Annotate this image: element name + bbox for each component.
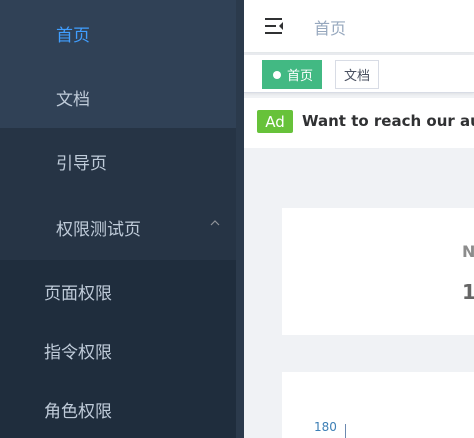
tag-docs[interactable]: 文档 xyxy=(335,60,380,89)
sidebar-item-guide[interactable]: 引导页 xyxy=(0,128,244,194)
tag-label: 首页 xyxy=(287,69,314,84)
sidebar-subitem-directive-permission[interactable]: 指令权限 xyxy=(0,321,244,379)
sidebar-item-label: 引导页 xyxy=(56,153,107,174)
main-content: 首页 首页 文档 Ad Want to reach our audience N… xyxy=(244,0,474,438)
sidebar-subitem-page-permission[interactable]: 页面权限 xyxy=(0,262,244,320)
sidebar-item-label: 权限测试页 xyxy=(56,219,141,240)
sidebar-item-label: 首页 xyxy=(56,25,90,46)
chart-card: 180 xyxy=(282,372,474,438)
sidebar: 首页 文档 引导页 权限测试页 页面权限 指令权限 角色权限 xyxy=(0,0,244,438)
sidebar-scrollbar[interactable] xyxy=(236,0,244,438)
ad-banner[interactable]: Ad Want to reach our audience xyxy=(244,98,474,148)
sidebar-item-home[interactable]: 首页 xyxy=(0,0,244,66)
sidebar-subitem-label: 页面权限 xyxy=(44,283,112,304)
sidebar-subitem-label: 指令权限 xyxy=(44,342,112,363)
stat-card[interactable]: N 1 xyxy=(282,208,474,335)
tags-view: 首页 文档 xyxy=(244,55,474,93)
submenu-permission: 页面权限 指令权限 角色权限 xyxy=(0,260,244,438)
tag-label: 文档 xyxy=(344,69,371,84)
sidebar-item-docs[interactable]: 文档 xyxy=(0,64,244,130)
navbar: 首页 xyxy=(244,0,474,52)
sidebar-subitem-role-permission[interactable]: 角色权限 xyxy=(0,380,244,438)
sidebar-item-permission[interactable]: 权限测试页 xyxy=(0,194,244,260)
sidebar-subitem-label: 角色权限 xyxy=(44,401,112,422)
stat-card-value: 1 xyxy=(462,280,474,304)
active-dot-icon xyxy=(273,70,281,79)
hamburger-icon[interactable] xyxy=(264,16,286,36)
chart-tick-label: 180 xyxy=(314,420,337,434)
chevron-up-icon xyxy=(210,220,220,226)
breadcrumb: 首页 xyxy=(314,19,347,38)
tag-home[interactable]: 首页 xyxy=(262,60,323,89)
stat-card-title: N xyxy=(462,242,474,261)
ad-badge: Ad xyxy=(257,110,293,133)
ad-text: Want to reach our audience xyxy=(302,112,474,130)
sidebar-item-label: 文档 xyxy=(56,89,90,110)
chart-axis xyxy=(345,424,346,438)
